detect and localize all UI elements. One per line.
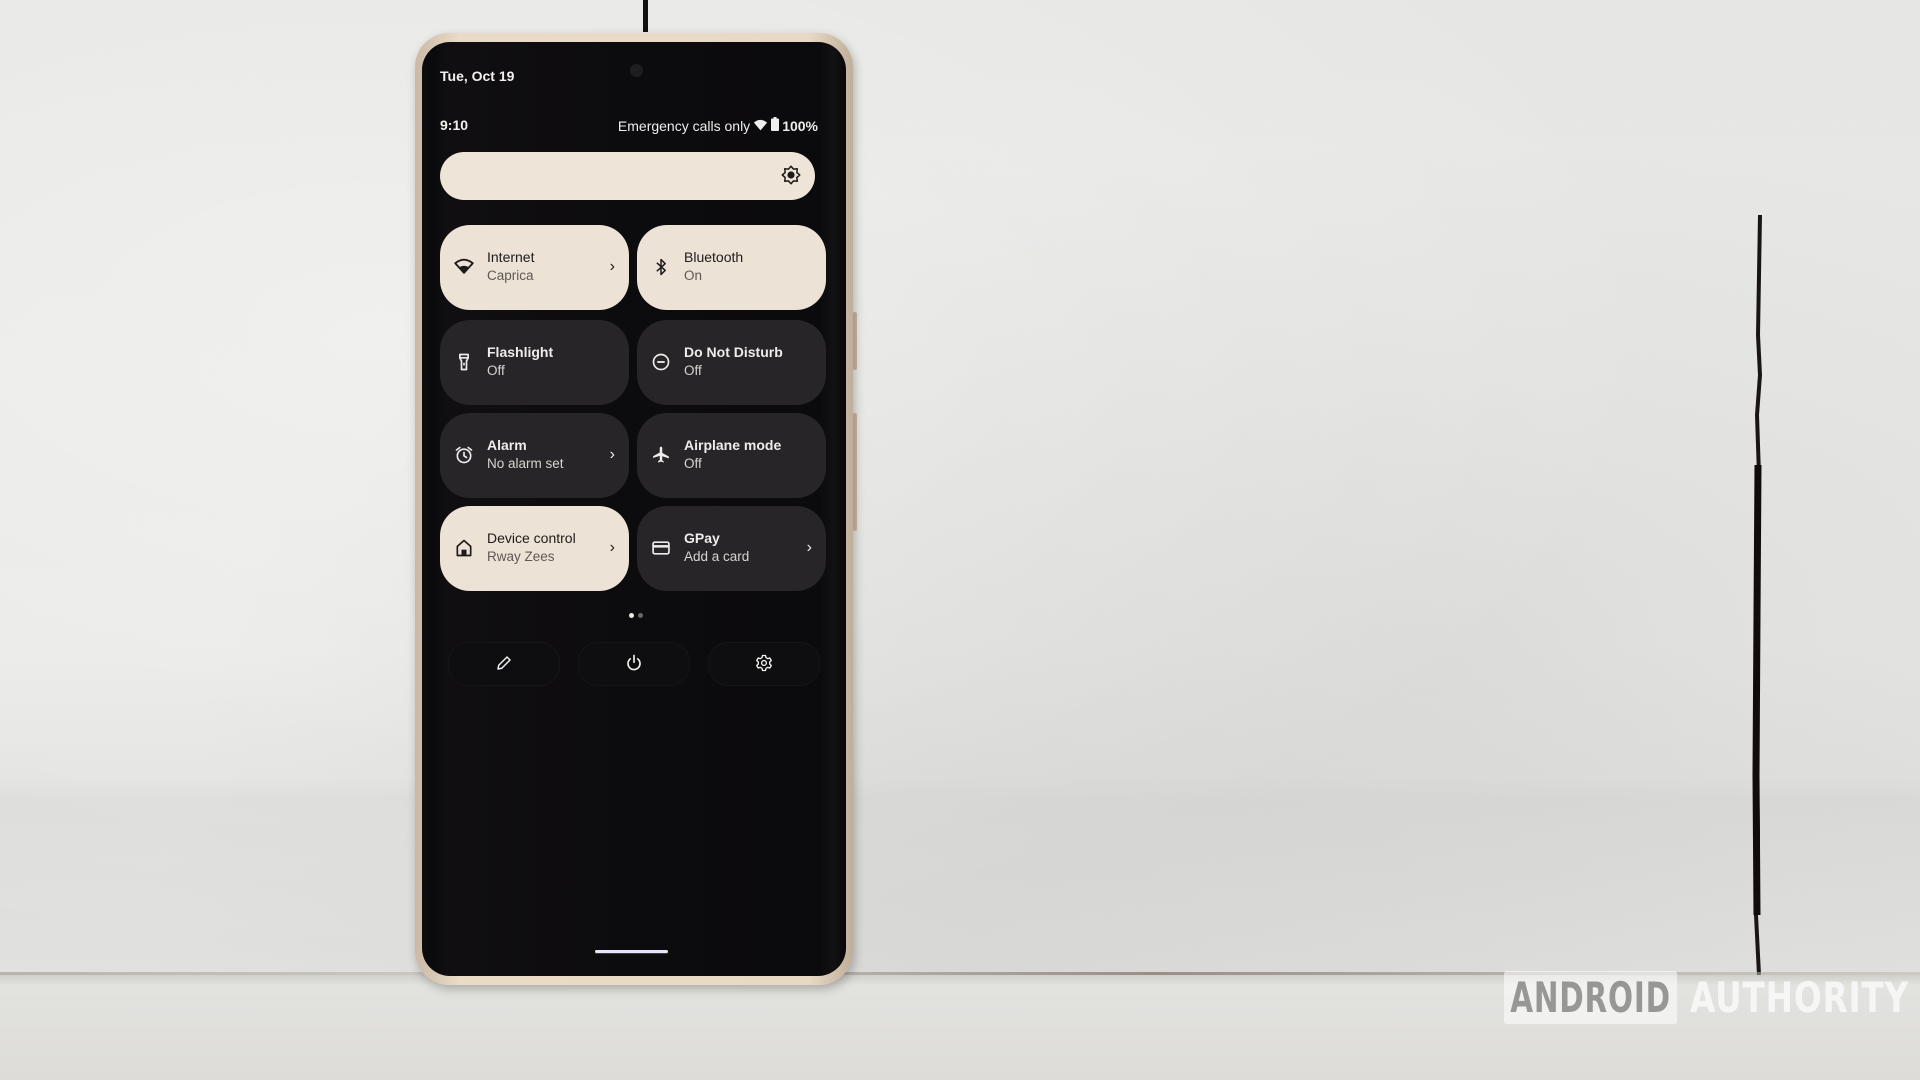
tile-title: Bluetooth xyxy=(684,249,744,265)
tile-device-control[interactable]: Device control Rway Zees › xyxy=(440,506,629,591)
tile-title: Device control xyxy=(487,530,576,546)
tile-subtitle: Rway Zees xyxy=(487,549,555,564)
settings-button[interactable] xyxy=(708,642,820,686)
power-icon xyxy=(627,654,641,671)
watermark: ANDROID AUTHORITY xyxy=(1504,971,1920,1024)
phone: Tue, Oct 19 9:10 Emergency calls only 10… xyxy=(415,33,853,985)
flashlight-icon xyxy=(454,352,474,372)
tile-text: Airplane mode Off xyxy=(684,436,792,474)
tile-text: Flashlight Off xyxy=(487,343,595,381)
tile-title: Alarm xyxy=(487,437,527,453)
tile-airplane-mode[interactable]: Airplane mode Off xyxy=(637,413,826,498)
tile-gpay[interactable]: GPay Add a card › xyxy=(637,506,826,591)
tile-title: GPay xyxy=(684,530,720,546)
carrier-text: Emergency calls only xyxy=(617,117,751,134)
brightness-icon xyxy=(781,165,801,190)
tile-bluetooth[interactable]: Bluetooth On xyxy=(637,225,826,310)
tile-text: Bluetooth On xyxy=(684,248,792,286)
tile-text: GPay Add a card xyxy=(684,529,792,567)
charging-cable xyxy=(643,0,648,32)
page-indicator xyxy=(629,613,643,618)
chevron-right-icon[interactable]: › xyxy=(807,539,812,557)
edit-button[interactable] xyxy=(448,642,560,686)
tile-subtitle: Off xyxy=(684,456,702,471)
tile-subtitle: Off xyxy=(684,363,702,378)
page-dot-active[interactable] xyxy=(629,613,634,618)
tile-subtitle: Add a card xyxy=(684,549,750,564)
side-button xyxy=(853,413,857,531)
volume-button xyxy=(853,312,857,370)
status-bar-right: Emergency calls only 100% xyxy=(618,117,818,134)
tile-title: Flashlight xyxy=(487,344,554,360)
tile-alarm[interactable]: Alarm No alarm set › xyxy=(440,413,629,498)
wifi-icon xyxy=(454,257,474,277)
do-not-disturb-icon xyxy=(651,352,671,372)
tile-subtitle: Off xyxy=(487,363,505,378)
battery-icon xyxy=(771,117,780,134)
card-icon xyxy=(651,538,671,558)
tile-title: Internet xyxy=(487,249,535,265)
tile-subtitle: No alarm set xyxy=(487,456,564,471)
tile-internet[interactable]: Internet Caprica › xyxy=(440,225,629,310)
chevron-right-icon[interactable]: › xyxy=(610,446,615,464)
watermark-android: ANDROID xyxy=(1504,971,1678,1024)
tile-text: Device control Rway Zees xyxy=(487,529,595,567)
alarm-icon xyxy=(454,445,474,465)
gear-icon xyxy=(756,654,772,672)
chevron-right-icon[interactable]: › xyxy=(610,539,615,557)
tile-subtitle: On xyxy=(684,268,703,283)
tile-do-not-disturb[interactable]: Do Not Disturb Off xyxy=(637,320,826,405)
date-label: Tue, Oct 19 xyxy=(440,68,515,84)
brightness-slider[interactable] xyxy=(440,152,815,200)
tile-text: Alarm No alarm set xyxy=(487,436,595,474)
battery-percent: 100% xyxy=(782,117,818,134)
power-button[interactable] xyxy=(578,642,690,686)
tile-title: Do Not Disturb xyxy=(684,344,783,360)
page-dot[interactable] xyxy=(638,613,643,618)
pencil-icon xyxy=(497,656,511,670)
tile-subtitle: Caprica xyxy=(487,268,534,283)
tile-text: Do Not Disturb Off xyxy=(684,343,792,381)
chevron-right-icon[interactable]: › xyxy=(610,258,615,276)
clock: 9:10 xyxy=(440,117,469,133)
wall-crack xyxy=(1752,215,1763,975)
wall-background xyxy=(0,0,1920,1080)
tile-title: Airplane mode xyxy=(684,437,782,453)
bluetooth-icon xyxy=(651,257,671,277)
gesture-nav-bar[interactable] xyxy=(595,950,668,953)
home-icon xyxy=(454,538,474,558)
front-camera xyxy=(630,64,643,77)
quick-settings-panel: Tue, Oct 19 9:10 Emergency calls only 10… xyxy=(422,42,846,976)
watermark-authority: AUTHORITY xyxy=(1689,973,1909,1022)
airplane-icon xyxy=(651,445,671,465)
tile-text: Internet Caprica xyxy=(487,248,595,286)
wifi-icon xyxy=(753,118,768,134)
tile-flashlight[interactable]: Flashlight Off xyxy=(440,320,629,405)
